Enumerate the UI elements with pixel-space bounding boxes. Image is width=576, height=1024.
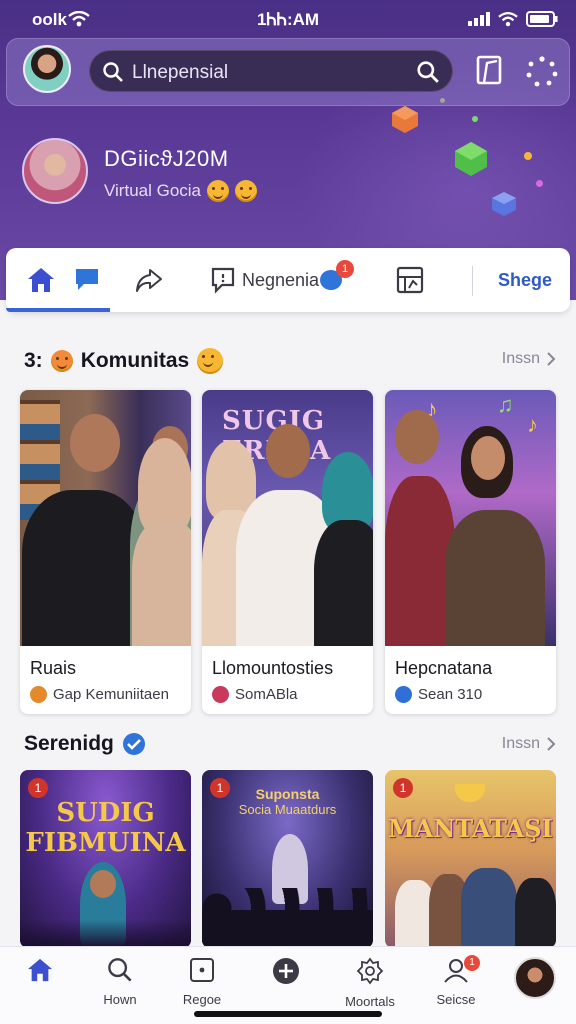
rank-badge: 1 — [28, 778, 48, 798]
notification-badge: 1 — [336, 260, 354, 278]
see-all-label[interactable]: Inssn — [502, 735, 540, 753]
community-image: ♪ ♫ ♪ — [385, 390, 556, 646]
trending-title-line2: FIBMUINA — [25, 828, 186, 858]
community-image: SUGIG ERNSA — [202, 390, 373, 646]
trending-title-line1: MANTATAŞI — [388, 814, 553, 843]
community-title: Ruais — [30, 658, 77, 678]
community-meta: Sean 310 — [395, 686, 482, 703]
profile-name: DGiicϑJ20M — [104, 146, 229, 171]
trending-card[interactable]: 1 MANTATAŞI — [385, 770, 556, 948]
laughing-emoji-icon — [50, 350, 73, 372]
search-input[interactable]: Llnepensial — [132, 62, 228, 84]
nav-label: Moortals — [345, 994, 395, 1009]
profile-subtitle: Virtual Gocia — [104, 180, 258, 202]
tab-shege[interactable]: Shege — [498, 270, 552, 291]
trending-heading-text: Serenidg — [24, 732, 114, 755]
nav-moortals[interactable]: Moortals — [330, 957, 410, 1009]
community-card[interactable]: ♪ ♫ ♪ Hepcnatana Sean 310 — [385, 390, 556, 714]
community-title: Llomountosties — [212, 658, 334, 678]
yellow-dot-decoration — [524, 152, 532, 160]
chart-box-icon[interactable] — [396, 266, 424, 294]
avatar[interactable] — [514, 957, 556, 999]
search-icon — [108, 958, 132, 982]
profile-subtitle-text: Virtual Gocia — [104, 181, 202, 200]
signal-icon — [468, 12, 490, 26]
search-icon — [103, 62, 123, 82]
smile-emoji-icon — [197, 348, 224, 374]
community-subtitle: Sean 310 — [418, 686, 483, 703]
chevron-right-icon — [547, 737, 556, 751]
community-title: Hepcnatana — [395, 658, 493, 678]
message-icon[interactable] — [210, 266, 236, 294]
home-icon — [27, 958, 53, 982]
bookmark-book-icon[interactable] — [475, 55, 505, 87]
square-icon — [190, 958, 214, 982]
top-bar: Llnepensial — [6, 38, 570, 106]
home-icon[interactable] — [26, 266, 56, 294]
status-icons — [468, 11, 558, 27]
trending-title-line1: Suponsta — [255, 786, 320, 802]
nav-seicse[interactable]: 1 Seicse — [416, 955, 496, 1007]
trending-title-line2: Socia Muaatdurs — [238, 802, 337, 817]
rank-badge: 1 — [393, 778, 413, 798]
check-badge-icon — [212, 686, 229, 703]
trending-see-all[interactable]: Inssn — [502, 735, 556, 753]
green-cube-decoration — [455, 142, 487, 176]
trending-title-line1: SUDIG — [56, 798, 155, 828]
community-card[interactable]: Ruais Gap Kemuniitaen — [20, 390, 191, 714]
community-cards: Ruais Gap Kemuniitaen SUGIG ERNSA Llomou… — [20, 390, 556, 714]
share-icon[interactable] — [134, 266, 164, 294]
chevron-right-icon — [547, 352, 556, 366]
see-all-label[interactable]: Inssn — [502, 350, 540, 368]
nav-label: Regoe — [182, 992, 222, 1007]
green-dot-decoration — [472, 116, 478, 122]
nav-create[interactable] — [246, 957, 326, 994]
trending-cards: 1 SUDIG FIBMUINA 1 Suponsta Socia Muaatd… — [20, 770, 556, 948]
search-bar[interactable]: Llnepensial — [89, 50, 453, 92]
community-image — [20, 390, 191, 646]
nav-label: Hown — [103, 992, 137, 1007]
communities-heading: 3: Komunitas — [24, 348, 224, 374]
gear-icon — [356, 957, 384, 985]
trending-heading: Serenidg — [24, 732, 146, 756]
notification-badge: 1 — [464, 955, 480, 971]
community-card[interactable]: SUGIG ERNSA Llomountosties SomABla — [202, 390, 373, 714]
community-subtitle: SomABla — [235, 686, 298, 703]
chat-icon[interactable] — [74, 266, 100, 294]
orange-cube-decoration — [392, 106, 418, 133]
active-tab-indicator — [6, 308, 110, 312]
verified-icon — [122, 733, 145, 755]
community-subtitle: Gap Kemuniitaen — [53, 686, 169, 703]
avatar[interactable] — [23, 45, 71, 93]
trending-card[interactable]: 1 Suponsta Socia Muaatdurs — [202, 770, 373, 948]
verified-icon — [395, 686, 412, 703]
nav-home[interactable] — [0, 957, 80, 992]
communities-heading-text: Komunitas — [80, 349, 190, 372]
loading-dots-icon[interactable] — [525, 55, 559, 89]
nav-hown[interactable]: Hown — [80, 957, 160, 1007]
trending-card[interactable]: 1 SUDIG FIBMUINA — [20, 770, 191, 948]
nav-regoe[interactable]: Regoe — [162, 957, 242, 1007]
profile-avatar[interactable] — [22, 138, 88, 204]
search-submit-icon[interactable] — [416, 60, 440, 84]
home-indicator — [194, 1011, 382, 1017]
smile-emoji-icon — [207, 180, 230, 202]
tab-bar: Negnenia 1 Shege — [6, 248, 570, 312]
blue-cube-decoration — [492, 192, 516, 216]
community-meta: Gap Kemuniitaen — [30, 686, 169, 703]
wifi-icon — [498, 11, 518, 26]
communities-see-all[interactable]: Inssn — [502, 350, 556, 368]
pink-dot-decoration — [536, 180, 543, 187]
tab-label[interactable]: Negnenia — [242, 270, 319, 291]
status-bar: oolk 1ᏂᏂ:AM — [0, 0, 576, 40]
community-meta: SomABla — [212, 686, 298, 703]
nav-label: Seicse — [436, 992, 476, 1007]
plus-icon — [273, 958, 299, 984]
location-pin-icon — [30, 686, 47, 703]
trophy-icon — [455, 784, 485, 802]
tab-divider — [472, 266, 473, 296]
smile-emoji-icon — [235, 180, 258, 202]
communities-heading-number: 3: — [24, 349, 43, 372]
battery-icon — [526, 11, 558, 27]
